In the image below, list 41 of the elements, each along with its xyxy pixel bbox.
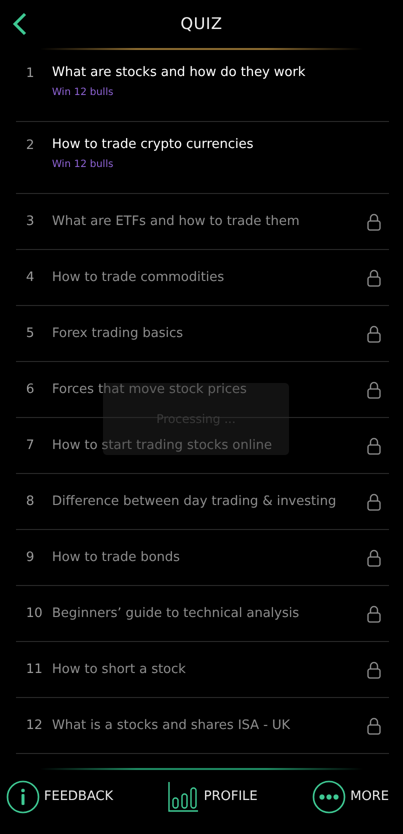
quiz-number: 8 xyxy=(26,492,36,511)
nav-button[interactable]: MORE xyxy=(312,780,389,814)
quiz-number: 11 xyxy=(26,660,44,679)
lock-icon xyxy=(367,604,381,622)
quiz-number: 3 xyxy=(26,212,36,231)
quiz-title[interactable]: Difference between day trading & investing xyxy=(52,492,367,510)
quiz-title[interactable]: What are ETFs and how to trade them xyxy=(52,212,367,230)
quiz-title[interactable]: How to trade commodities xyxy=(52,268,367,286)
lock-icon xyxy=(367,436,381,454)
quiz-title[interactable]: What is a stocks and shares ISA - UK xyxy=(52,716,367,734)
quiz-number: 2 xyxy=(26,137,36,155)
lock-icon xyxy=(367,660,381,678)
reward-text: Win 12 bulls xyxy=(52,158,114,172)
lock-icon xyxy=(367,212,381,230)
quiz-title[interactable]: Beginners’ guide to technical analysis xyxy=(52,604,367,622)
bar-chart-icon xyxy=(168,781,200,813)
nav-button[interactable]: FEEDBACK xyxy=(6,780,114,814)
quiz-title[interactable]: How to trade crypto currencies xyxy=(52,136,389,154)
lock-icon xyxy=(367,492,381,510)
info-icon xyxy=(6,780,40,814)
quiz-number: 9 xyxy=(26,548,36,567)
quiz-number: 10 xyxy=(26,604,44,623)
quiz-number: 6 xyxy=(26,380,36,399)
quiz-number: 5 xyxy=(26,324,36,343)
screen-title: QUIZ xyxy=(180,13,222,35)
quiz-number: 1 xyxy=(26,65,36,83)
quiz-title[interactable]: How to short a stock xyxy=(52,660,367,678)
lock-icon xyxy=(367,268,381,286)
lock-icon xyxy=(367,716,381,734)
nav-button[interactable]: PROFILE xyxy=(168,781,258,813)
quiz-number: 7 xyxy=(26,436,36,455)
quiz-number: 4 xyxy=(26,268,36,287)
lock-icon xyxy=(367,380,381,398)
quiz-title[interactable]: What are stocks and how do they work xyxy=(52,64,389,82)
quiz-title[interactable]: How to trade bonds xyxy=(52,548,367,566)
quiz-number: 12 xyxy=(26,716,44,735)
lock-icon xyxy=(367,548,381,566)
quiz-title[interactable]: Forex trading basics xyxy=(52,324,367,342)
lock-icon xyxy=(367,324,381,342)
reward-text: Win 12 bulls xyxy=(52,86,114,100)
more-icon xyxy=(312,780,346,814)
